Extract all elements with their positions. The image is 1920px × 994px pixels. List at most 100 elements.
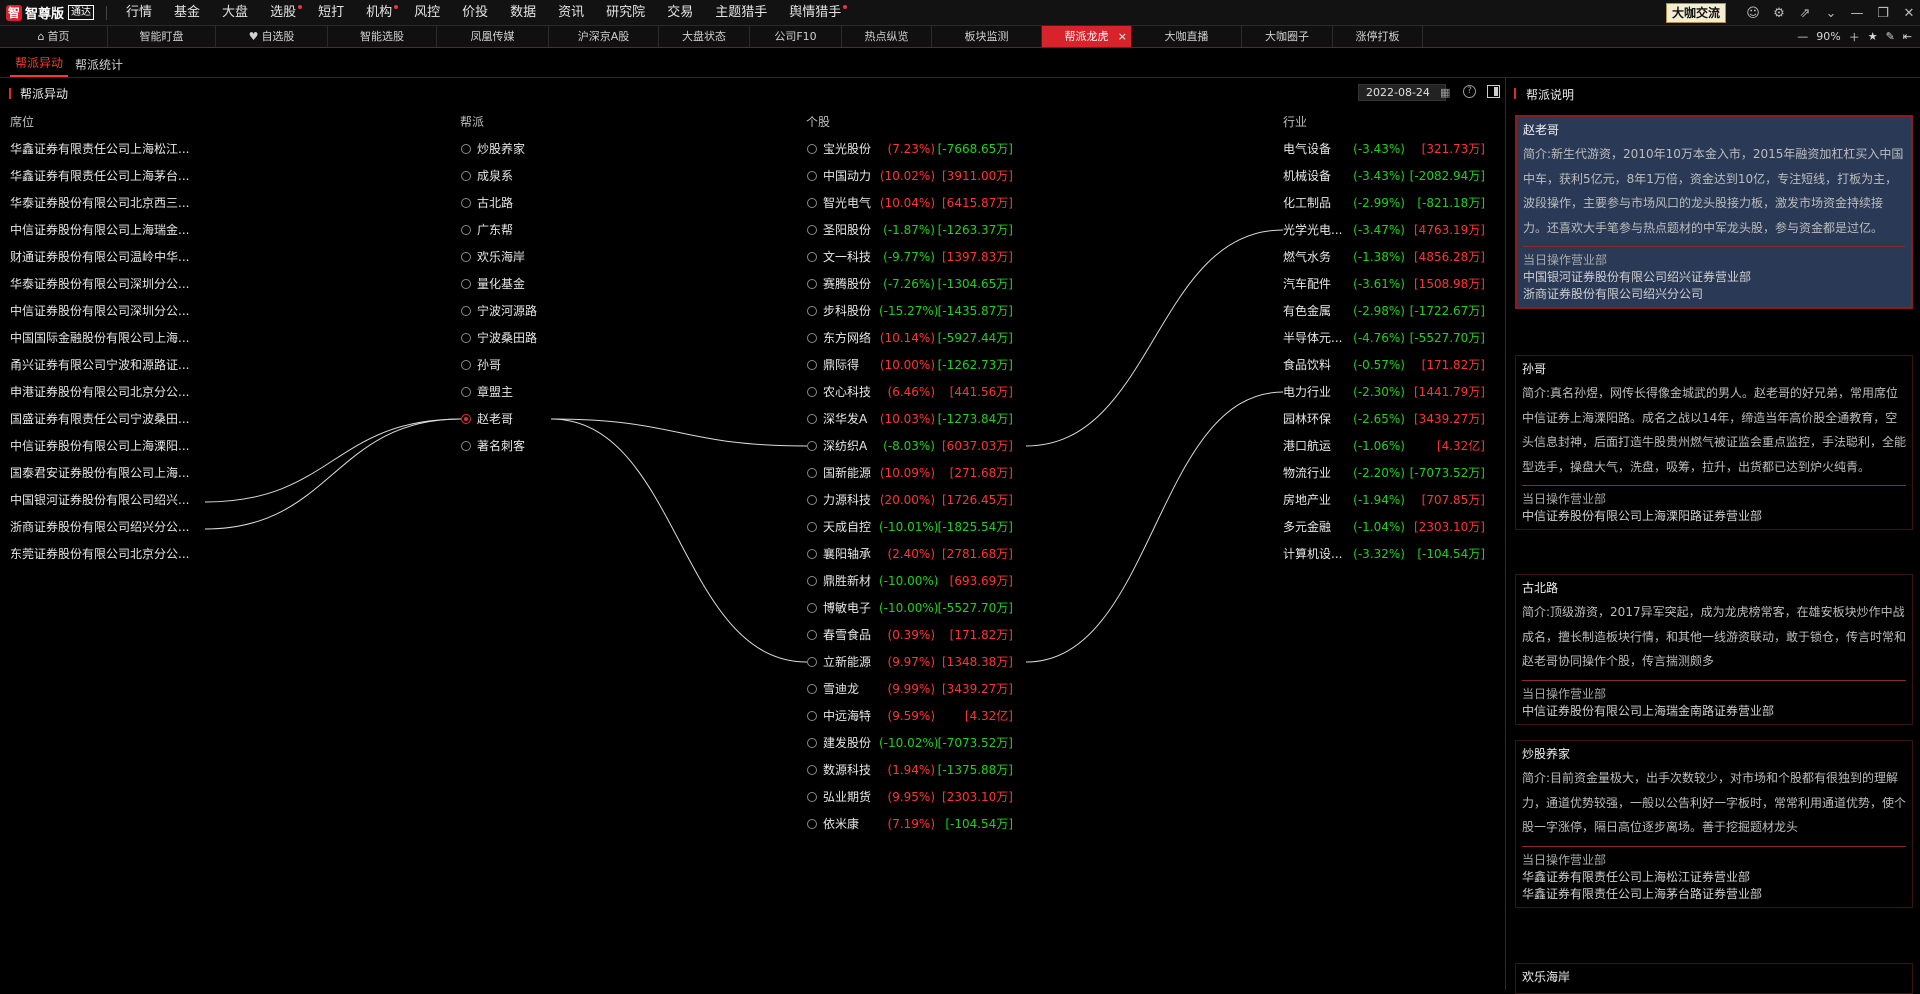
radio-button[interactable] [807,386,817,397]
gang-row[interactable]: 孙哥 [461,354,501,376]
seat-row[interactable]: 东莞证券股份有限公司北京分公... [10,543,189,565]
settings-icon[interactable]: ⚙ [1768,0,1790,26]
industry-row[interactable]: 计算机设... (-3.32%) [-104.54万] [1283,543,1485,565]
seat-row[interactable]: 华泰证券股份有限公司深圳分公... [10,273,189,295]
gang-row[interactable]: 成泉系 [461,165,513,187]
radio-button[interactable] [461,197,471,208]
industry-row[interactable]: 物流行业 (-2.20%) [-7073.52万] [1283,462,1485,484]
seat-row[interactable]: 国盛证券有限责任公司宁波桑田... [10,408,189,430]
radio-button[interactable] [807,629,817,640]
stock-row[interactable]: 中远海特 (9.59%) [4.32亿] [807,705,1013,727]
gang-card[interactable]: 欢乐海岸 [1515,963,1913,994]
menu-item[interactable]: 基金 [163,0,211,26]
radio-button[interactable] [807,575,817,586]
gang-row[interactable]: 章盟主 [461,381,513,403]
industry-row[interactable]: 电气设备 (-3.43%) [321.73万] [1283,138,1485,160]
radio-button[interactable] [461,440,471,451]
bigv-exchange-button[interactable]: 大咖交流 [1665,3,1726,23]
radio-button[interactable] [807,170,817,181]
stock-row[interactable]: 智光电气 (10.04%) [6415.87万] [807,192,1013,214]
industry-row[interactable]: 园林环保 (-2.65%) [3439.27万] [1283,408,1485,430]
zoom-in-icon[interactable]: ＋ [1849,29,1860,45]
menu-item[interactable]: 舆情猎手 [778,0,852,26]
tab-item[interactable]: 大盘状态 [659,26,750,47]
menu-item[interactable]: 研究院 [595,0,656,26]
stock-row[interactable]: 天成自控 (-10.01%)[-1825.54万] [807,516,1013,538]
expand-icon[interactable]: ⇤ [1903,30,1912,43]
stock-row[interactable]: 农心科技 (6.46%) [441.56万] [807,381,1013,403]
seat-row[interactable]: 浙商证券股份有限公司绍兴分公... [10,516,189,538]
radio-button[interactable] [461,143,471,154]
radio-button[interactable] [461,413,471,424]
radio-button[interactable] [461,278,471,289]
industry-row[interactable]: 光学光电... (-3.47%) [4763.19万] [1283,219,1485,241]
radio-button[interactable] [807,548,817,559]
tab-item[interactable]: 智能选股 [328,26,437,47]
industry-row[interactable]: 汽车配件 (-3.61%) [1508.98万] [1283,273,1485,295]
close-icon[interactable]: ✕ [1898,0,1920,26]
tab-item[interactable]: 涨停打板 [1333,26,1423,47]
stock-row[interactable]: 深纺织A (-8.03%) [6037.03万] [807,435,1013,457]
stock-row[interactable]: 博敏电子 (-10.00%)[-5527.70万] [807,597,1013,619]
edit-icon[interactable]: ✎ [1886,30,1895,43]
zoom-out-icon[interactable]: — [1797,30,1808,43]
tab-item[interactable]: 凤凰传媒 [437,26,549,47]
radio-button[interactable] [807,818,817,829]
menu-item[interactable]: 选股 [259,0,307,26]
industry-row[interactable]: 机械设备 (-3.43%) [-2082.94万] [1283,165,1485,187]
gang-row[interactable]: 量化基金 [461,273,525,295]
stock-row[interactable]: 依米康 (7.19%) [-104.54万] [807,813,1013,835]
radio-button[interactable] [461,359,471,370]
tab-close-icon[interactable]: × [1118,26,1127,47]
menu-item[interactable]: 交易 [656,0,704,26]
stock-row[interactable]: 弘业期货 (9.95%) [2303.10万] [807,786,1013,808]
calendar-icon[interactable]: ▦ [1440,86,1450,99]
radio-button[interactable] [807,197,817,208]
tab-item[interactable]: ♥ 自选股 [216,26,328,47]
stock-row[interactable]: 东方网络 (10.14%) [-5927.44万] [807,327,1013,349]
industry-row[interactable]: 化工制品 (-2.99%) [-821.18万] [1283,192,1485,214]
radio-button[interactable] [807,521,817,532]
gang-row[interactable]: 宁波桑田路 [461,327,537,349]
industry-row[interactable]: 港口航运 (-1.06%) [4.32亿] [1283,435,1485,457]
stock-row[interactable]: 国新能源 (10.09%) [271.68万] [807,462,1013,484]
radio-button[interactable] [807,764,817,775]
stock-row[interactable]: 立新能源 (9.97%) [1348.38万] [807,651,1013,673]
tab-item[interactable]: 帮派龙虎 × [1042,26,1132,47]
gang-row[interactable]: 欢乐海岸 [461,246,525,268]
tab-item[interactable]: 大咖直播 [1132,26,1242,47]
gang-row[interactable]: 著名刺客 [461,435,525,457]
menu-item[interactable]: 行情 [115,0,163,26]
radio-button[interactable] [807,494,817,505]
subtab-item[interactable]: 帮派异动 [10,54,69,77]
stock-row[interactable]: 步科股份 (-15.27%)[-1435.87万] [807,300,1013,322]
seat-row[interactable]: 中国银河证券股份有限公司绍兴... [10,489,189,511]
date-picker[interactable]: 2022-08-24 [1358,84,1446,101]
industry-row[interactable]: 有色金属 (-2.98%) [-1722.67万] [1283,300,1485,322]
radio-button[interactable] [807,332,817,343]
stock-row[interactable]: 雪迪龙 (9.99%) [3439.27万] [807,678,1013,700]
gang-card[interactable]: 炒股养家 简介:目前资金量极大，出手次数较少，对市场和个股都有很独到的理解力，通道… [1515,740,1913,908]
gang-row[interactable]: 广东帮 [461,219,513,241]
chevron-down-icon[interactable]: ⌄ [1820,0,1842,26]
industry-row[interactable]: 电力行业 (-2.30%) [1441.79万] [1283,381,1485,403]
radio-button[interactable] [807,251,817,262]
radio-button[interactable] [807,359,817,370]
seat-row[interactable]: 华鑫证券有限责任公司上海茅台... [10,165,189,187]
radio-button[interactable] [807,440,817,451]
restore-icon[interactable]: ❐ [1872,0,1894,26]
menu-item[interactable]: 价投 [451,0,499,26]
industry-row[interactable]: 多元金融 (-1.04%) [2303.10万] [1283,516,1485,538]
stock-row[interactable]: 赛腾股份 (-7.26%) [-1304.65万] [807,273,1013,295]
stock-row[interactable]: 深华发A (10.03%) [-1273.84万] [807,408,1013,430]
tab-item[interactable]: 大咖圈子 [1242,26,1333,47]
radio-button[interactable] [807,656,817,667]
tab-item[interactable]: 热点纵览 [842,26,932,47]
seat-row[interactable]: 申港证券股份有限公司北京分公... [10,381,189,403]
collapse-icon[interactable]: ⇗ [1794,0,1816,26]
menu-item[interactable]: 大盘 [211,0,259,26]
tab-item[interactable]: 公司F10 [750,26,842,47]
menu-item[interactable]: 数据 [499,0,547,26]
menu-item[interactable]: 主题猎手 [704,0,778,26]
stock-row[interactable]: 宝光股份 (7.23%) [-7668.65万] [807,138,1013,160]
